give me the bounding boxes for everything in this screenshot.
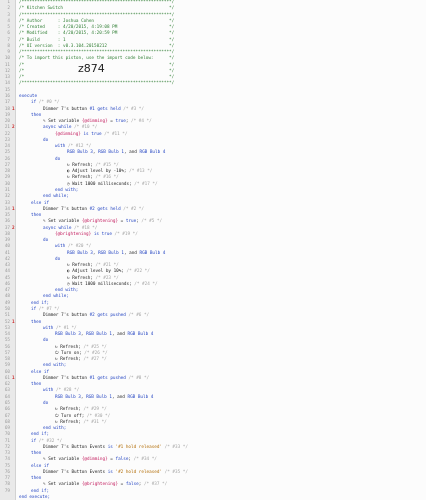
device-name[interactable]: Dimmer 7 bbox=[43, 470, 64, 475]
refresh-task[interactable]: Refresh; bbox=[60, 357, 81, 362]
refresh-task[interactable]: Refresh; bbox=[72, 263, 93, 268]
wait-task[interactable]: Wait 1000 milliseconds; bbox=[72, 282, 132, 287]
set-variable-task[interactable]: Set variable bbox=[48, 457, 79, 462]
device-name[interactable]: RGB Bulb 3 bbox=[67, 150, 93, 155]
device-name[interactable]: Dimmer 7 bbox=[43, 107, 64, 112]
power-icon: ⏻ bbox=[55, 350, 59, 356]
power-icon: ⏻ bbox=[55, 413, 59, 419]
refresh-task[interactable]: Refresh; bbox=[72, 276, 93, 281]
device-name[interactable]: Dimmer 7 bbox=[43, 376, 64, 381]
device-name[interactable]: RGB Bulb 3 bbox=[55, 332, 81, 337]
async-while-keyword[interactable]: async while bbox=[43, 226, 71, 231]
device-name[interactable]: RGB Bulb 4 bbox=[127, 395, 153, 400]
pencil-icon: ✎ bbox=[43, 219, 46, 225]
else-if-keyword[interactable]: else if bbox=[31, 464, 49, 469]
adjust-level-task[interactable]: Adjust level by -10%; bbox=[72, 169, 126, 174]
device-name[interactable]: Dimmer 7 bbox=[43, 313, 64, 318]
pencil-icon: ✎ bbox=[43, 119, 46, 125]
device-name[interactable]: Dimmer 7 bbox=[43, 207, 64, 212]
device-name[interactable]: Dimmer 7 bbox=[43, 445, 64, 450]
refresh-icon: ↻ bbox=[55, 357, 58, 363]
end-execute-keyword: end execute; bbox=[19, 494, 51, 500]
with-keyword[interactable]: with bbox=[55, 144, 65, 149]
dimmer-icon: ◐ bbox=[67, 269, 70, 275]
refresh-task[interactable]: Refresh; bbox=[60, 407, 81, 412]
with-keyword[interactable]: with bbox=[43, 326, 53, 331]
pencil-icon: ✎ bbox=[43, 457, 46, 463]
else-if-keyword[interactable]: else if bbox=[31, 201, 49, 206]
device-name[interactable]: RGB Bulb 1 bbox=[98, 251, 124, 256]
device-name[interactable]: RGB Bulb 4 bbox=[139, 150, 165, 155]
device-name[interactable]: RGB Bulb 1 bbox=[98, 150, 124, 155]
refresh-task[interactable]: Refresh; bbox=[60, 345, 81, 350]
refresh-icon: ↻ bbox=[67, 263, 70, 269]
else-if-keyword[interactable]: else if bbox=[31, 370, 49, 375]
refresh-icon: ↻ bbox=[55, 407, 58, 413]
set-variable-task[interactable]: Set variable bbox=[48, 119, 79, 124]
statement-id: /* #0 */ bbox=[38, 100, 60, 106]
refresh-icon: ↻ bbox=[67, 175, 70, 181]
set-variable-task[interactable]: Set variable bbox=[48, 482, 79, 487]
device-name[interactable]: RGB Bulb 3 bbox=[67, 251, 93, 256]
if-keyword[interactable]: if bbox=[31, 439, 36, 444]
turn-on-task[interactable]: Turn on; bbox=[61, 351, 82, 356]
with-keyword[interactable]: with bbox=[43, 388, 53, 393]
code-view: 1/**************************************… bbox=[0, 0, 426, 501]
device-name[interactable]: RGB Bulb 4 bbox=[127, 332, 153, 337]
if-keyword[interactable]: if bbox=[31, 307, 36, 312]
device-name[interactable]: RGB Bulb 3 bbox=[55, 395, 81, 400]
refresh-task[interactable]: Refresh; bbox=[72, 175, 93, 180]
device-name[interactable]: RGB Bulb 1 bbox=[86, 395, 112, 400]
clock-icon: ◷ bbox=[67, 281, 70, 287]
if-keyword[interactable]: if bbox=[31, 100, 36, 105]
set-variable-task[interactable]: Set variable bbox=[48, 219, 79, 224]
refresh-icon: ↻ bbox=[55, 419, 58, 425]
refresh-task[interactable]: Refresh; bbox=[72, 163, 93, 168]
async-while-keyword[interactable]: async while bbox=[43, 125, 71, 130]
piston-code-editor: 1/**************************************… bbox=[0, 0, 426, 500]
turn-off-task[interactable]: Turn off; bbox=[61, 414, 84, 419]
import-code: z874 bbox=[78, 61, 105, 75]
clock-icon: ◷ bbox=[67, 181, 70, 187]
pencil-icon: ✎ bbox=[43, 482, 46, 488]
device-name[interactable]: RGB Bulb 4 bbox=[139, 251, 165, 256]
refresh-icon: ↻ bbox=[67, 275, 70, 281]
then-keyword: then bbox=[31, 112, 42, 118]
refresh-icon: ↻ bbox=[67, 162, 70, 168]
refresh-icon: ↻ bbox=[55, 344, 58, 350]
refresh-task[interactable]: Refresh; bbox=[60, 420, 81, 425]
adjust-level-task[interactable]: Adjust level by 10%; bbox=[72, 269, 124, 274]
wait-task[interactable]: Wait 1000 milliseconds; bbox=[72, 182, 132, 187]
code-line: end execute; bbox=[0, 495, 426, 501]
dimmer-icon: ◐ bbox=[67, 169, 70, 175]
device-name[interactable]: RGB Bulb 1 bbox=[86, 332, 112, 337]
execute-keyword: execute bbox=[19, 93, 38, 99]
with-keyword[interactable]: with bbox=[55, 244, 65, 249]
